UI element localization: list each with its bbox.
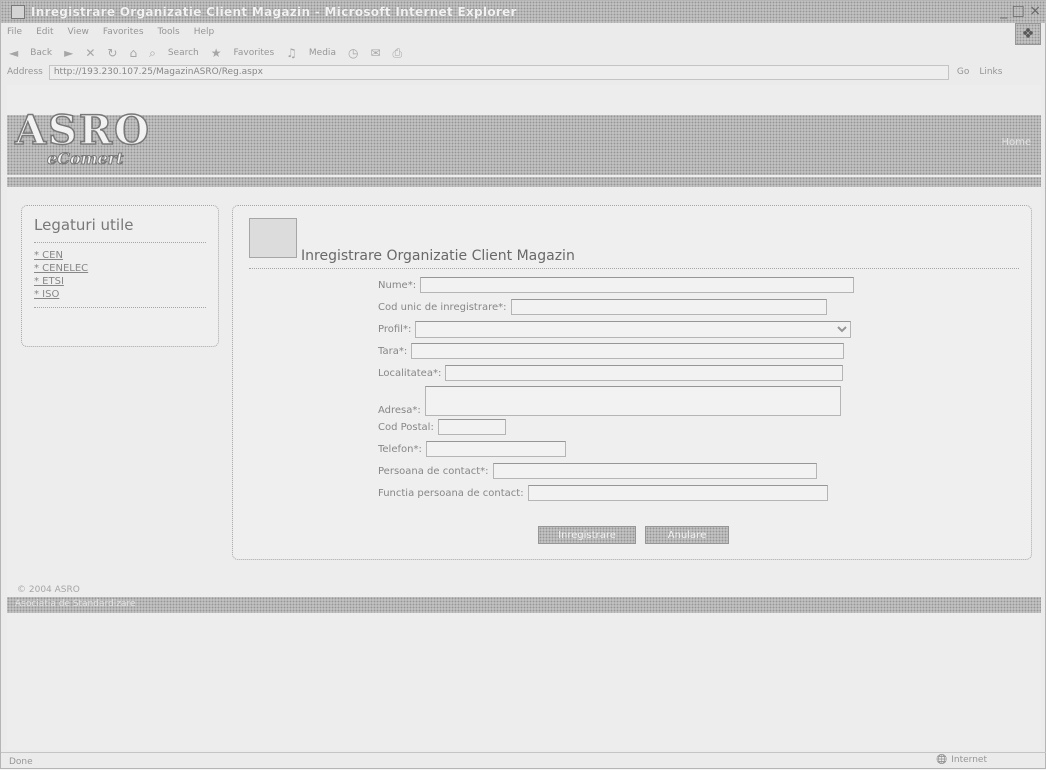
persoana-input[interactable] [492,463,817,479]
media-button[interactable]: Media [309,48,336,58]
row-nume: Nume*: [378,276,855,294]
header-subbar [7,177,1041,187]
history-icon[interactable]: ◷ [348,46,358,60]
address-bar: Address http://193.230.107.25/MagazinASR… [1,63,1046,81]
label-profil: Profil*: [378,323,412,335]
row-cui: Cod unic de inregistrare*: [378,298,827,316]
menu-view[interactable]: View [68,27,89,37]
row-persoana: Persoana de contact*: [378,462,817,480]
label-adresa: Adresa*: [378,405,421,416]
logo-sub: eComert [47,149,125,169]
profil-select[interactable] [415,320,852,338]
logo-mark: ASRO [14,106,152,155]
tara-input[interactable] [411,343,845,359]
form-title: Inregistrare Organizatie Client Magazin [301,248,575,264]
zone-label: Internet [951,755,987,765]
window-controls[interactable]: _ □ × [1000,3,1041,19]
address-input[interactable]: http://193.230.107.25/MagazinASRO/Reg.as… [48,64,949,80]
submit-button[interactable]: Inregistrare [538,526,636,544]
stop-icon[interactable]: ✕ [85,46,95,60]
sidebar-divider [34,307,206,308]
home-icon[interactable]: ⌂ [129,46,137,60]
go-button[interactable]: Go [957,67,969,77]
title-divider [249,268,1019,269]
favorites-icon[interactable]: ★ [211,46,222,60]
label-localitatea: Localitatea*: [378,367,442,379]
telefon-input[interactable] [425,441,566,457]
security-zone: 🌐 Internet [936,755,987,765]
ie-icon [11,5,25,19]
page-content: Home ASRO eComert Legaturi utile * CEN *… [7,85,1041,750]
menu-favorites[interactable]: Favorites [103,27,144,37]
address-label: Address [7,67,43,77]
sidebar-title: Legaturi utile [34,216,206,243]
print-icon[interactable]: ⎙ [393,46,403,61]
footer-bar-label: Asociatia de Standardizare [15,599,136,609]
search-icon[interactable]: ⌕ [149,46,156,61]
menu-edit[interactable]: Edit [36,27,53,37]
title-bar: Inregistrare Organizatie Client Magazin … [1,1,1046,23]
registration-panel: Inregistrare Organizatie Client Magazin … [232,205,1032,560]
form-icon [249,218,297,258]
menu-bar: File Edit View Favorites Tools Help ❖ [1,23,1046,45]
toolbar: ◄ Back ► ✕ ↻ ⌂ ⌕ Search ★ Favorites ♫ Me… [1,43,1046,63]
sidebar-link-iso[interactable]: * ISO [34,288,206,301]
label-functia: Functia persoana de contact: [378,487,524,499]
sidebar-link-cenelec[interactable]: * CENELEC [34,262,206,275]
row-telefon: Telefon*: [378,440,566,458]
cancel-button[interactable]: Anulare [645,526,729,544]
row-profil: Profil*: [378,320,852,338]
mail-icon[interactable]: ✉ [370,46,380,60]
forward-icon[interactable]: ► [64,46,73,60]
menu-help[interactable]: Help [194,27,215,37]
window-title: Inregistrare Organizatie Client Magazin … [31,5,517,19]
back-icon[interactable]: ◄ [9,46,18,60]
label-tara: Tara*: [378,345,408,357]
cui-input[interactable] [510,299,827,315]
nume-input[interactable] [420,277,855,293]
search-button[interactable]: Search [168,48,199,58]
media-icon[interactable]: ♫ [286,46,297,60]
row-tara: Tara*: [378,342,845,360]
footer-bar: Asociatia de Standardizare [7,597,1041,613]
menu-file[interactable]: File [7,27,22,37]
adresa-textarea[interactable] [424,386,841,416]
label-cui: Cod unic de inregistrare*: [378,301,507,313]
functia-input[interactable] [527,485,828,501]
row-functia: Functia persoana de contact: [378,484,828,502]
label-nume: Nume*: [378,279,417,291]
back-button[interactable]: Back [30,48,52,58]
browser-window: Inregistrare Organizatie Client Magazin … [0,0,1046,769]
label-persoana: Persoana de contact*: [378,465,489,477]
cod-postal-input[interactable] [437,419,506,435]
label-telefon: Telefon*: [378,443,422,455]
status-text: Done [9,756,33,767]
label-cod-postal: Cod Postal: [378,421,434,433]
globe-icon: 🌐 [936,755,948,765]
refresh-icon[interactable]: ↻ [107,46,117,60]
row-localitatea: Localitatea*: [378,364,844,382]
sidebar-link-cen[interactable]: * CEN [34,249,206,262]
sidebar-useful-links: Legaturi utile * CEN * CENELEC * ETSI * … [21,205,219,347]
sidebar-link-etsi[interactable]: * ETSI [34,275,206,288]
row-adresa: Adresa*: [378,384,841,416]
links-button[interactable]: Links [979,67,1002,77]
asro-logo[interactable]: ASRO eComert [7,106,187,177]
localitatea-input[interactable] [445,365,844,381]
favorites-button[interactable]: Favorites [234,48,275,58]
menu-tools[interactable]: Tools [158,27,180,37]
status-bar: Done 🌐 Internet [1,752,1046,770]
row-cod-postal: Cod Postal: [378,418,506,436]
windows-logo-icon: ❖ [1015,23,1041,45]
footer-copyright: © 2004 ASRO [17,585,80,595]
banner-link[interactable]: Home [1001,137,1031,148]
